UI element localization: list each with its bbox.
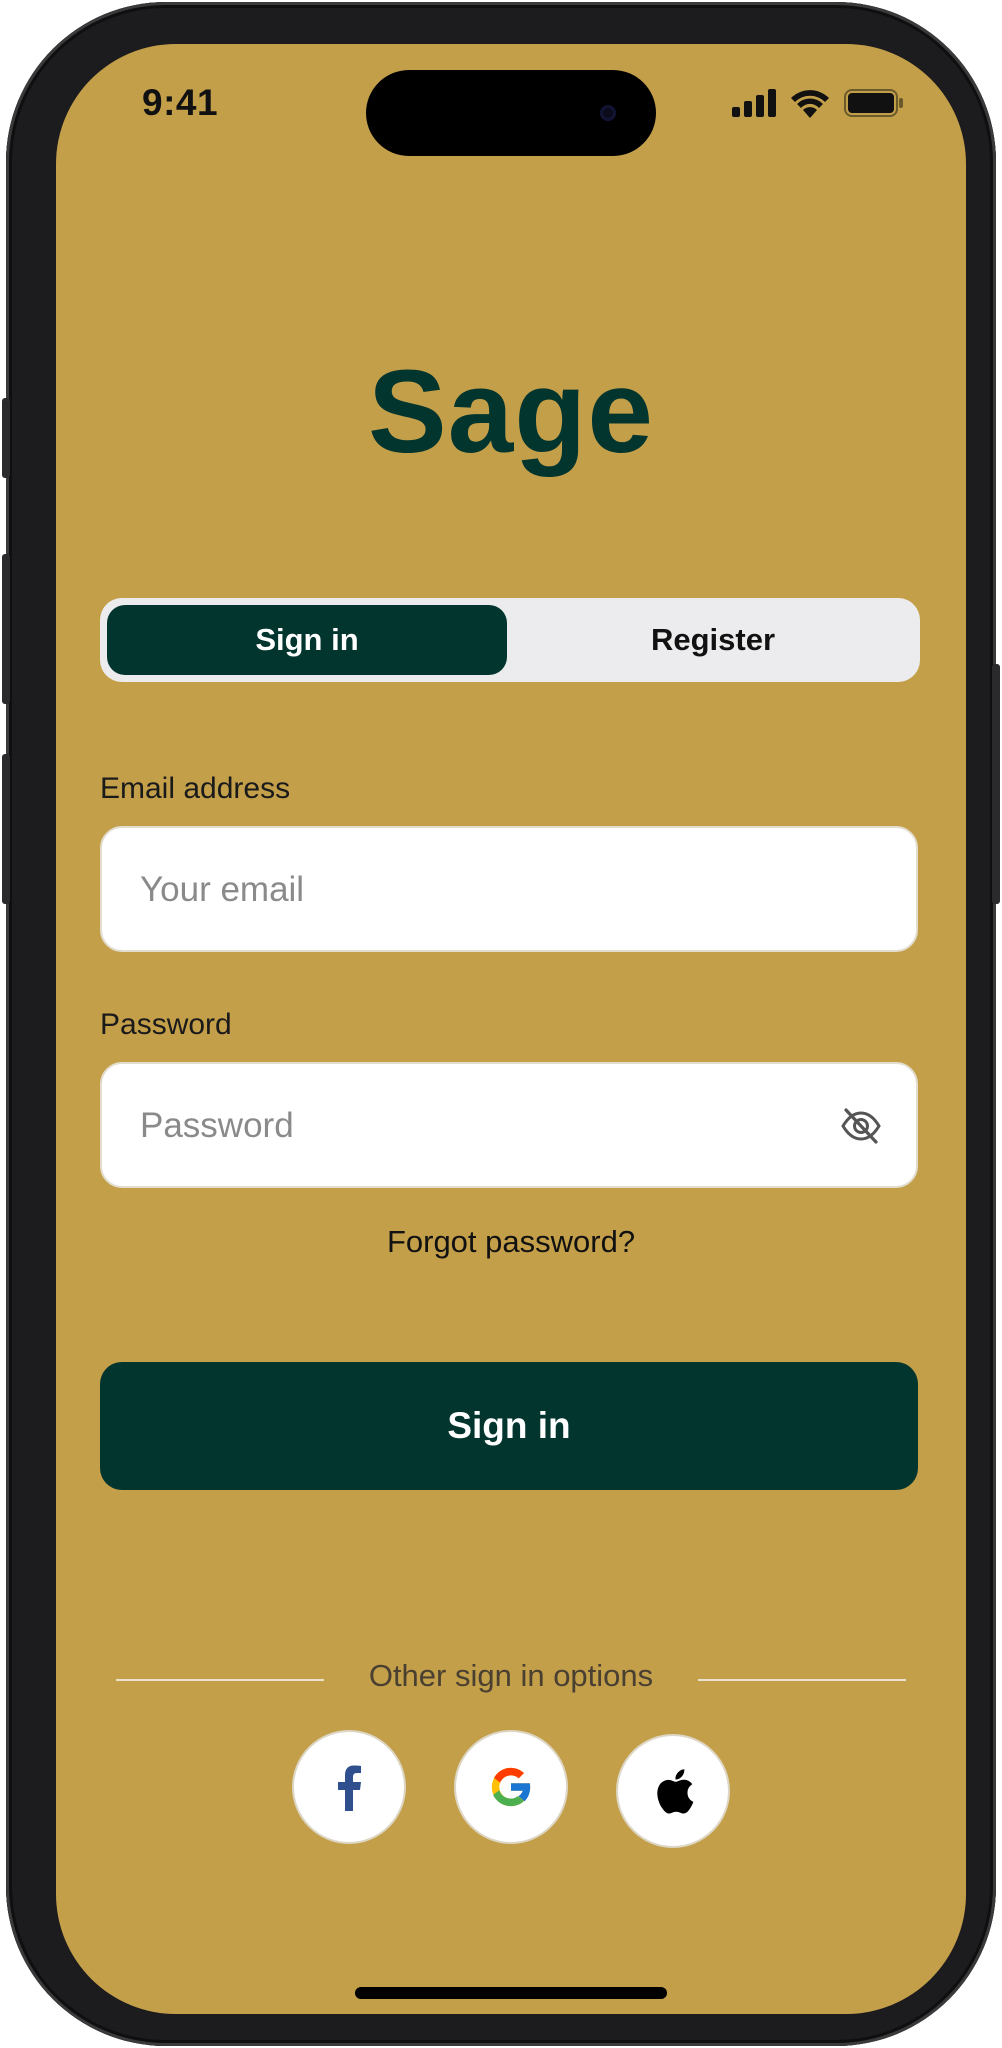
eye-slash-icon[interactable]	[840, 1105, 882, 1147]
home-indicator	[355, 1987, 667, 1999]
password-field-container	[100, 1062, 918, 1188]
side-button-right	[992, 664, 1000, 904]
signal-icon	[732, 89, 776, 117]
divider-line-right	[698, 1679, 906, 1681]
apple-button[interactable]	[616, 1734, 730, 1848]
screen: 9:41 Sage Sign in Register Email address…	[56, 44, 966, 2014]
sign-in-button[interactable]: Sign in	[100, 1362, 918, 1490]
forgot-password-link[interactable]: Forgot password?	[56, 1224, 966, 1260]
auth-segmented-control: Sign in Register	[100, 598, 920, 682]
wifi-icon	[791, 90, 829, 118]
dynamic-island	[366, 70, 656, 156]
tab-register[interactable]: Register	[513, 605, 913, 675]
app-logo: Sage	[367, 346, 655, 478]
side-button-left-2	[2, 554, 10, 704]
password-input[interactable]	[138, 1064, 782, 1188]
email-label: Email address	[100, 772, 291, 805]
email-field-container	[100, 826, 918, 952]
facebook-button[interactable]	[292, 1730, 406, 1844]
tab-sign-in[interactable]: Sign in	[107, 605, 507, 675]
password-label: Password	[100, 1008, 232, 1041]
status-bar: 9:41	[56, 44, 966, 184]
side-button-left-3	[2, 754, 10, 904]
facebook-icon	[338, 1765, 361, 1811]
phone-frame: 9:41 Sage Sign in Register Email address…	[2, 2, 1000, 2046]
apple-icon	[657, 1769, 694, 1814]
other-options-label: Other sign in options	[368, 1658, 654, 1693]
google-button[interactable]	[454, 1730, 568, 1844]
status-time: 9:41	[142, 82, 219, 123]
battery-icon	[844, 89, 903, 117]
status-icons	[732, 88, 904, 118]
camera-icon	[600, 105, 616, 121]
email-input[interactable]	[138, 828, 782, 952]
side-button-left-1	[2, 398, 10, 478]
google-icon	[491, 1767, 532, 1807]
